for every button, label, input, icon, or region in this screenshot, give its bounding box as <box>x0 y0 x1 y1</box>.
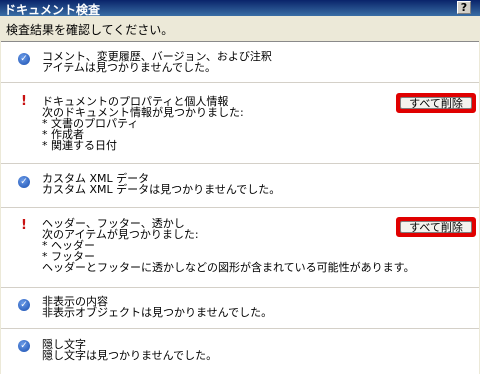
check-circle-icon: ✓ <box>18 340 30 352</box>
results-panel: ✓ コメント、変更履歴、バージョン、および注釈 アイテムは見つかりませんでした。… <box>1 41 479 374</box>
section-hidden-text: ✓ 隠し文字 隠し文字は見つかりませんでした。 <box>1 329 479 373</box>
remove-all-button-properties[interactable]: すべて削除 <box>396 93 476 113</box>
help-button[interactable]: ? <box>457 1 471 14</box>
section-detail: アイテムは見つかりませんでした。 <box>42 61 217 74</box>
window-title: ドキュメント検査 <box>4 3 101 17</box>
section-detail: 隠し文字は見つかりませんでした。 <box>42 349 218 362</box>
title-bar: ドキュメント検査 ? × <box>0 0 480 17</box>
section-header-footer: ! ヘッダー、フッター、透かし 次のアイテムが見つかりました: * ヘッダー *… <box>1 208 479 288</box>
instruction-text: 検査結果を確認してください。 <box>6 23 174 37</box>
check-circle-icon: ✓ <box>18 53 30 65</box>
button-label: すべて削除 <box>400 97 472 110</box>
exclamation-icon: ! <box>21 218 27 233</box>
check-circle-icon: ✓ <box>18 299 30 311</box>
section-detail: * ヘッダー <box>42 239 95 252</box>
check-circle-icon: ✓ <box>18 176 30 188</box>
section-detail: カスタム XML データは見つかりませんでした。 <box>42 183 281 196</box>
remove-all-button-header-footer[interactable]: すべて削除 <box>396 217 476 237</box>
section-comments: ✓ コメント、変更履歴、バージョン、および注釈 アイテムは見つかりませんでした。 <box>1 42 479 83</box>
section-hidden-content: ✓ 非表示の内容 非表示オブジェクトは見つかりませんでした。 <box>1 288 479 329</box>
section-custom-xml: ✓ カスタム XML データ カスタム XML データは見つかりませんでした。 <box>1 164 479 208</box>
button-label: すべて削除 <box>400 221 472 234</box>
section-detail: 次のアイテムが見つかりました: <box>42 228 199 241</box>
section-detail: 非表示オブジェクトは見つかりませんでした。 <box>42 306 273 319</box>
section-detail: ヘッダーとフッターに透かしなどの図形が含まれている可能性があります。 <box>42 261 415 274</box>
section-properties: ! ドキュメントのプロパティと個人情報 次のドキュメント情報が見つかりました: … <box>1 83 479 164</box>
section-detail: * 関連する日付 <box>42 139 117 152</box>
exclamation-icon: ! <box>21 94 27 109</box>
